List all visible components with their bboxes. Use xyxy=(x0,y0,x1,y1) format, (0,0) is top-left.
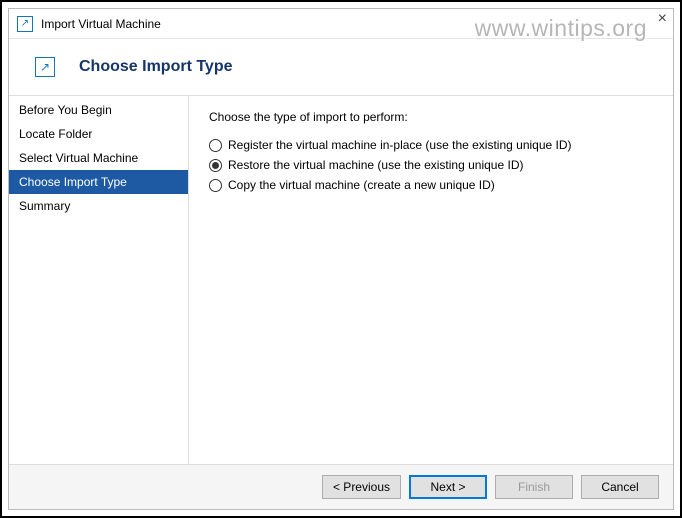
finish-button: Finish xyxy=(495,475,573,499)
sidebar-item-select-vm[interactable]: Select Virtual Machine xyxy=(9,146,188,170)
radio-icon[interactable] xyxy=(209,179,222,192)
option-label: Restore the virtual machine (use the exi… xyxy=(228,158,523,172)
option-label: Copy the virtual machine (create a new u… xyxy=(228,178,495,192)
header-icon: ↗ xyxy=(35,57,55,77)
sidebar-item-before-you-begin[interactable]: Before You Begin xyxy=(9,98,188,122)
sidebar-item-choose-import-type[interactable]: Choose Import Type xyxy=(9,170,188,194)
option-restore-vm[interactable]: Restore the virtual machine (use the exi… xyxy=(209,158,653,172)
wizard-sidebar: Before You Begin Locate Folder Select Vi… xyxy=(9,96,189,464)
button-bar: < Previous Next > Finish Cancel xyxy=(9,464,673,509)
close-icon[interactable]: × xyxy=(658,11,667,27)
titlebar: ↗ Import Virtual Machine × xyxy=(9,9,673,39)
window-title: Import Virtual Machine xyxy=(41,17,161,31)
instruction-text: Choose the type of import to perform: xyxy=(209,110,653,124)
main-panel: Choose the type of import to perform: Re… xyxy=(189,96,673,464)
sidebar-item-summary[interactable]: Summary xyxy=(9,194,188,218)
content-area: Before You Begin Locate Folder Select Vi… xyxy=(9,95,673,464)
sidebar-item-locate-folder[interactable]: Locate Folder xyxy=(9,122,188,146)
option-label: Register the virtual machine in-place (u… xyxy=(228,138,572,152)
radio-icon[interactable] xyxy=(209,139,222,152)
cancel-button[interactable]: Cancel xyxy=(581,475,659,499)
option-copy-vm[interactable]: Copy the virtual machine (create a new u… xyxy=(209,178,653,192)
radio-icon[interactable] xyxy=(209,159,222,172)
import-vm-icon: ↗ xyxy=(17,16,33,32)
page-header: ↗ Choose Import Type xyxy=(9,39,673,95)
next-button[interactable]: Next > xyxy=(409,475,487,499)
previous-button[interactable]: < Previous xyxy=(322,475,401,499)
option-register-in-place[interactable]: Register the virtual machine in-place (u… xyxy=(209,138,653,152)
page-title: Choose Import Type xyxy=(79,58,233,76)
